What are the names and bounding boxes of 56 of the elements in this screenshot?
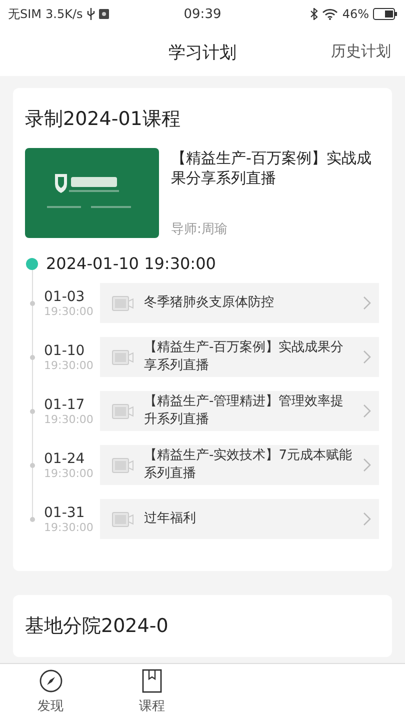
usb-icon (86, 8, 95, 20)
course-title[interactable]: 【精益生产-百万案例】实战成果分享系列直播 (171, 148, 379, 188)
lesson-time: 19:30:00 (44, 466, 94, 480)
timeline-dot (30, 300, 35, 306)
timeline-dot (30, 408, 35, 414)
lesson-time: 19:30:00 (44, 520, 94, 534)
plan-title: 基地分院2024-0 (25, 614, 170, 639)
video-icon (112, 296, 134, 310)
timeline-dot (30, 462, 35, 468)
lesson-title: 【精益生产-管理精进】管理效率提升系列直播 (144, 393, 345, 429)
timeline-dot (26, 258, 38, 270)
lesson-title: 【精益生产-百万案例】实战成果分享系列直播 (144, 339, 345, 375)
teacher-name: 导师:周瑜 (171, 221, 228, 238)
lesson-title: 【精益生产-实效技术】7元成本赋能系列直播 (144, 447, 353, 483)
lesson-time: 19:30:00 (44, 358, 94, 372)
lesson-date: 01-17 (44, 396, 86, 412)
bluetooth-icon (310, 8, 318, 20)
chevron-right-icon (363, 296, 371, 310)
timeline-dot (30, 354, 35, 360)
lesson-item[interactable]: 【精益生产-实效技术】7元成本赋能系列直播 (100, 445, 379, 485)
network-speed: 3.5K/s (46, 7, 83, 21)
battery-percent: 46% (342, 7, 369, 21)
wifi-icon (322, 8, 338, 20)
lesson-item[interactable]: 过年福利 (100, 499, 379, 539)
carrier-text: 无SIM (8, 6, 42, 22)
nav-tab[interactable]: 发现 (0, 664, 102, 720)
lesson-date: 01-31 (44, 504, 86, 520)
page-title: 学习计划 (168, 42, 236, 64)
chevron-right-icon (363, 458, 371, 472)
plan-title: 录制2024-01课程 (25, 107, 182, 132)
lesson-time: 19:30:00 (44, 304, 94, 318)
chevron-right-icon (363, 350, 371, 364)
lesson-date: 01-03 (44, 288, 86, 304)
lesson-item[interactable]: 冬季猪肺炎支原体防控 (100, 283, 379, 323)
video-icon (112, 350, 134, 364)
lesson-item[interactable]: 【精益生产-管理精进】管理效率提升系列直播 (100, 391, 379, 431)
lesson-date: 01-24 (44, 450, 86, 466)
video-icon (112, 512, 134, 526)
compass-icon (38, 669, 63, 693)
battery-icon (373, 8, 397, 20)
video-icon (112, 458, 134, 472)
lesson-title: 过年福利 (144, 510, 197, 528)
timeline-dot (30, 516, 35, 522)
lesson-date: 01-10 (44, 342, 86, 358)
clock: 09:39 (184, 6, 222, 22)
video-icon (112, 404, 134, 418)
bookmark-icon (142, 669, 162, 693)
nav-tab[interactable]: 课程 (101, 664, 202, 720)
lesson-title: 冬季猪肺炎支原体防控 (144, 294, 275, 312)
chevron-right-icon (363, 512, 371, 526)
history-button[interactable]: 历史计划 (331, 42, 391, 61)
start-time: 2024-01-10 19:30:00 (46, 254, 216, 273)
lesson-item[interactable]: 【精益生产-百万案例】实战成果分享系列直播 (100, 337, 379, 377)
chevron-right-icon (363, 404, 371, 418)
lesson-time: 19:30:00 (44, 412, 94, 426)
notification-icon (98, 9, 109, 19)
